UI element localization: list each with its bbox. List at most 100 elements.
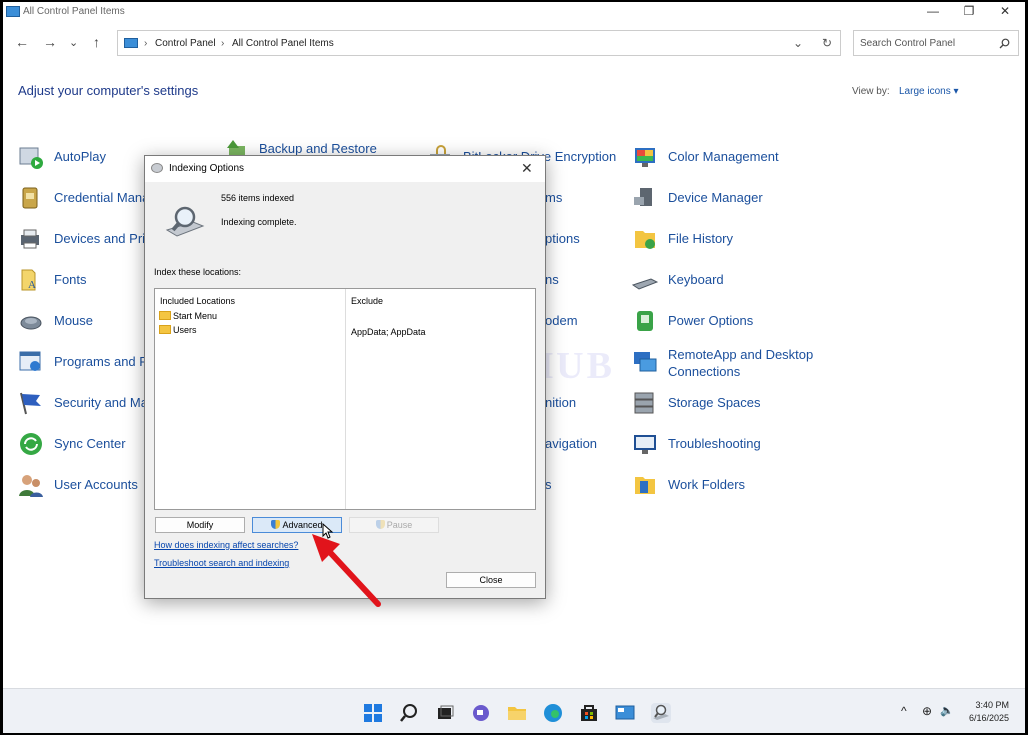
item-label: Device Manager (668, 190, 763, 205)
folder-icon (159, 311, 171, 320)
file-explorer-icon[interactable] (507, 703, 527, 723)
address-dropdown-button[interactable]: ⌄ (793, 36, 803, 50)
recent-locations-button[interactable]: ⌄ (69, 36, 78, 49)
item-label: Credential Mana (54, 190, 150, 205)
storage-spaces-icon (634, 392, 654, 414)
view-by-label: View by: (852, 86, 890, 97)
search-input[interactable]: Search Control Panel (860, 38, 955, 49)
column-divider (345, 289, 346, 509)
programs-features-icon (19, 351, 41, 371)
window-title-bar: All Control Panel Items — ❐ ✕ (3, 2, 1025, 22)
color-management-icon (635, 148, 655, 167)
item-label-line2: Connections (668, 364, 741, 379)
refresh-button[interactable]: ↻ (822, 36, 832, 50)
work-folders-icon (635, 477, 655, 494)
close-window-button[interactable]: ✕ (987, 2, 1023, 22)
remoteapp-icon (634, 352, 657, 372)
search-icon[interactable] (399, 703, 419, 723)
indexing-options-taskbar-icon[interactable] (651, 703, 671, 723)
item-label: Power Options (668, 313, 754, 328)
breadcrumb-separator: › (221, 38, 225, 49)
column-header-exclude[interactable]: Exclude (351, 296, 383, 306)
edge-icon[interactable] (543, 703, 563, 723)
indexing-affect-searches-link[interactable]: How does indexing affect searches? (154, 540, 298, 550)
file-history-icon (635, 231, 655, 249)
pause-button-label: Pause (386, 520, 413, 530)
item-label: Programs and F (54, 354, 148, 369)
item-label: Troubleshooting (668, 436, 761, 451)
desktop-screen: All Control Panel Items — ❐ ✕ ← → ⌄ ↑ › … (3, 2, 1025, 733)
control-panel-taskbar-icon[interactable] (615, 703, 635, 723)
item-label: Color Management (668, 149, 779, 164)
item-label: Sync Center (54, 436, 126, 451)
clock[interactable]: 3:40 PM 6/16/2025 (969, 699, 1009, 725)
breadcrumb-all-items[interactable]: All Control Panel Items (232, 38, 334, 49)
locations-table[interactable]: Included Locations Exclude Start Menu Us… (154, 288, 536, 510)
table-row[interactable]: Users (159, 325, 197, 335)
dialog-title: Indexing Options (169, 163, 245, 174)
indexing-magnifier-icon (165, 206, 205, 237)
breadcrumb-control-panel[interactable]: Control Panel (155, 38, 216, 49)
item-label: User Accounts (54, 477, 138, 492)
tray-overflow-chevron-icon[interactable]: ^ (901, 704, 907, 718)
uac-shield-icon (375, 520, 385, 529)
item-label: Devices and Pri (54, 231, 146, 246)
fonts-icon: A (21, 269, 36, 291)
folder-icon (159, 325, 171, 334)
up-button[interactable]: ↑ (93, 34, 100, 50)
power-options-icon (637, 311, 653, 331)
item-label: File History (668, 231, 734, 246)
page-title: Adjust your computer's settings (18, 83, 199, 98)
search-icon[interactable] (999, 38, 1010, 49)
search-box[interactable]: Search Control Panel (853, 30, 1019, 56)
item-label: Work Folders (668, 477, 746, 492)
mouse-icon (20, 316, 42, 330)
back-button[interactable]: ← (15, 34, 29, 50)
clock-time: 3:40 PM (975, 700, 1010, 710)
flag-icon (20, 392, 41, 415)
dialog-close-button[interactable]: Close (446, 572, 536, 588)
item-label: AutoPlay (54, 149, 107, 164)
location-name: Start Menu (173, 311, 218, 321)
item-label: Keyboard (668, 272, 724, 287)
dialog-title-bar: Indexing Options ✕ (145, 156, 545, 182)
indexing-status: Indexing complete. (221, 217, 297, 227)
breadcrumb-separator: › (144, 38, 148, 49)
chat-icon[interactable] (471, 703, 491, 723)
volume-icon[interactable]: 🔈 (940, 704, 954, 717)
globe-icon[interactable]: ⊕ (922, 704, 932, 718)
keyboard-icon (632, 278, 658, 290)
control-panel-icon (6, 6, 20, 17)
location-exclude: AppData; AppData (351, 327, 426, 337)
location-name: Users (173, 325, 197, 335)
minimize-button[interactable]: — (915, 2, 951, 22)
restore-button[interactable]: ❐ (951, 2, 987, 22)
device-manager-icon (634, 188, 652, 206)
locations-label: Index these locations: (154, 267, 242, 277)
advanced-button-label: Advanced (282, 520, 323, 530)
table-row[interactable]: Start Menu (159, 311, 217, 321)
item-label: Mouse (54, 313, 94, 328)
start-icon[interactable] (363, 703, 383, 723)
column-header-included[interactable]: Included Locations (160, 296, 235, 306)
window-title: All Control Panel Items (23, 6, 125, 17)
store-icon[interactable] (579, 703, 599, 723)
control-panel-icon (124, 38, 138, 48)
item-label: Storage Spaces (668, 395, 761, 410)
printer-icon (21, 229, 39, 249)
indexing-icon (151, 163, 163, 173)
sync-icon (20, 433, 42, 455)
task-view-icon[interactable] (435, 703, 455, 723)
svg-text:A: A (28, 279, 36, 291)
taskbar: ^ ⊕ 🔈 3:40 PM 6/16/2025 (3, 688, 1025, 733)
view-by-dropdown[interactable]: Large icons ▾ (899, 86, 959, 97)
address-bar[interactable]: › Control Panel › All Control Panel Item… (117, 30, 841, 56)
autoplay-icon (19, 147, 43, 169)
troubleshoot-search-link[interactable]: Troubleshoot search and indexing (154, 558, 289, 568)
uac-shield-icon (271, 520, 281, 529)
modify-button[interactable]: Modify (155, 517, 245, 533)
forward-button[interactable]: → (43, 34, 57, 50)
dialog-close-icon[interactable]: ✕ (521, 160, 533, 177)
credential-manager-icon (22, 187, 38, 209)
item-label: Security and Ma (54, 395, 148, 410)
